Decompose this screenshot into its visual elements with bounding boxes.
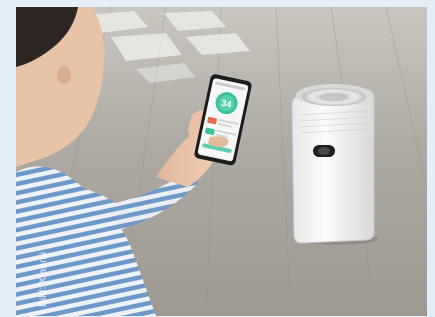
photo: 34 — [16, 7, 427, 316]
air-purifier — [291, 84, 375, 244]
photo-credit: Bild: Xiaomi — [38, 251, 49, 307]
ear — [57, 66, 71, 84]
aqi-reading: 34 — [221, 98, 233, 110]
photo-frame: 34 Bild: Xiaomi — [16, 7, 427, 316]
